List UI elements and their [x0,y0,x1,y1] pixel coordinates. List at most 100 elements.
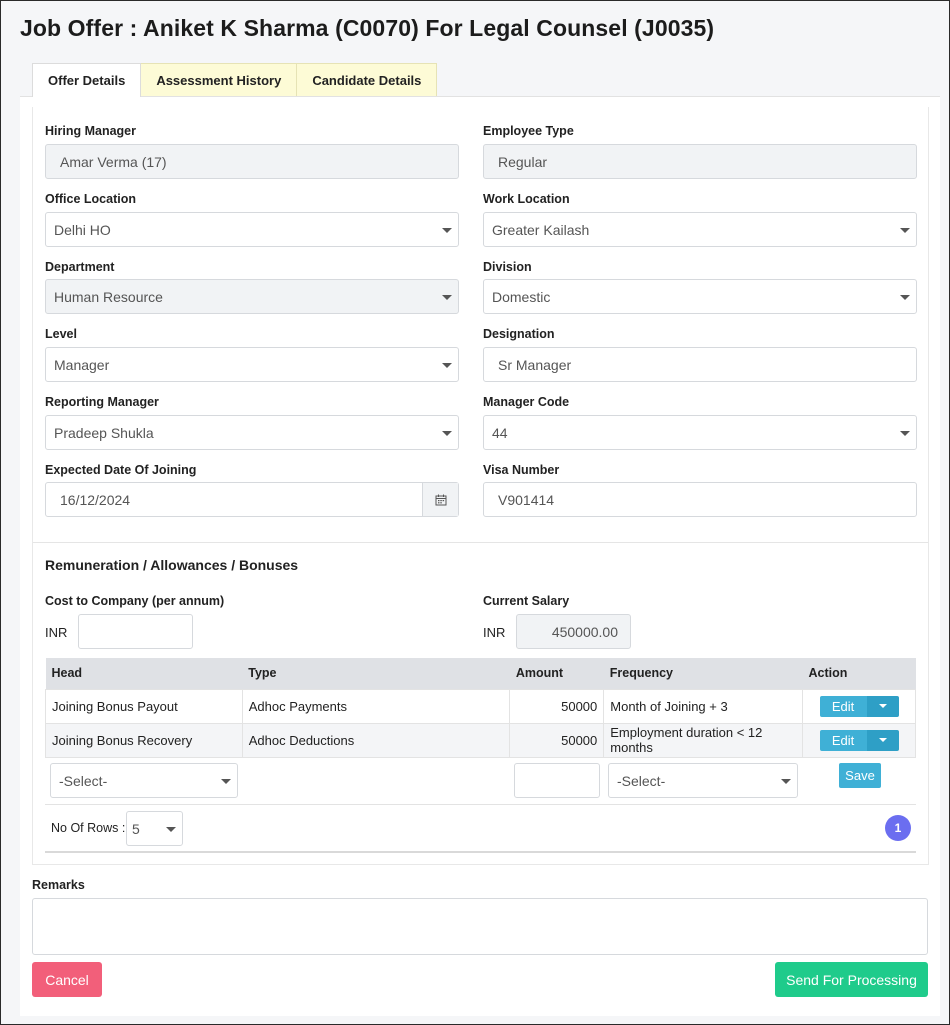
edit-dropdown-toggle[interactable] [866,729,899,751]
visa-number-field[interactable]: V901414 [483,482,917,517]
current-salary-label: Current Salary [483,594,570,608]
department-select[interactable]: Human Resource [45,279,459,314]
work-location-label: Work Location [483,192,570,206]
table-row: Joining Bonus Payout Adhoc Payments 5000… [45,688,916,724]
column-header-frequency: Frequency [603,658,803,689]
new-frequency-select[interactable]: -Select- [608,763,798,798]
level-select[interactable]: Manager [45,347,459,382]
employee-type-label: Employee Type [483,124,574,138]
division-label: Division [483,260,532,274]
edit-split-button: Edit [819,729,899,751]
remarks-label: Remarks [32,878,85,892]
work-location-value: Greater Kailash [492,221,590,238]
tab-offer-details[interactable]: Offer Details [32,63,142,97]
hiring-manager-value: Amar Verma (17) [60,153,167,170]
chevron-down-icon [442,295,452,300]
manager-code-value: 44 [492,424,508,441]
current-salary-currency: INR [483,625,506,640]
joining-date-label: Expected Date Of Joining [45,463,197,477]
reporting-manager-select[interactable]: Pradeep Shukla [45,415,459,450]
edit-button[interactable]: Edit [819,695,867,717]
chevron-down-icon [221,779,231,784]
page-title: Job Offer : Aniket K Sharma (C0070) For … [20,15,715,41]
table-header-row: Head Type Amount Frequency Action [45,658,916,689]
new-head-select[interactable]: -Select- [50,763,238,798]
chevron-down-icon [781,779,791,784]
cell-action: Edit [802,722,916,758]
cell-amount: 50000 [509,688,605,724]
ctc-currency: INR [45,625,68,640]
office-location-select[interactable]: Delhi HO [45,212,459,247]
employee-type-value: Regular [498,153,548,170]
rows-per-page-select[interactable]: 5 [126,811,183,846]
manager-code-select[interactable]: 44 [483,415,917,450]
cell-head: Joining Bonus Recovery [45,722,243,758]
remuneration-title: Remuneration / Allowances / Bonuses [45,557,299,573]
cell-action: Edit [802,688,916,724]
caret-down-icon [878,738,887,742]
cancel-button[interactable]: Cancel [32,962,102,997]
chevron-down-icon [442,228,452,233]
tab-assessment-history[interactable]: Assessment History [141,63,298,97]
cell-frequency: Employment duration < 12 months [603,722,804,758]
offer-details-section: Hiring Manager Amar Verma (17) Employee … [32,107,929,865]
chevron-down-icon [900,228,910,233]
ctc-input[interactable] [78,614,193,649]
work-location-select[interactable]: Greater Kailash [483,212,917,247]
offer-details-panel: Hiring Manager Amar Verma (17) Employee … [20,96,940,1016]
level-value: Manager [54,356,110,373]
current-salary-field: 450000.00 [516,614,631,649]
column-header-action: Action [802,658,916,689]
visa-number-value: V901414 [498,491,555,508]
visa-number-label: Visa Number [483,463,560,477]
ctc-label: Cost to Company (per annum) [45,594,225,608]
cell-type: Adhoc Deductions [241,722,511,758]
table-row: Joining Bonus Recovery Adhoc Deductions … [45,722,916,758]
hiring-manager-field: Amar Verma (17) [45,144,459,179]
chevron-down-icon [166,827,176,832]
cell-amount: 50000 [509,722,605,758]
app-window: Job Offer : Aniket K Sharma (C0070) For … [0,0,950,1025]
reporting-manager-label: Reporting Manager [45,395,159,409]
joining-date-value: 16/12/2024 [60,491,131,508]
new-amount-input[interactable] [514,763,600,798]
tab-candidate-details[interactable]: Candidate Details [297,63,438,97]
column-header-amount: Amount [509,658,604,689]
designation-value: Sr Manager [498,356,572,373]
caret-down-icon [878,704,887,708]
level-label: Level [45,327,77,341]
pagination-page-1[interactable]: 1 [885,815,911,841]
cell-type: Adhoc Payments [241,688,511,724]
designation-label: Designation [483,327,555,341]
division-value: Domestic [492,288,551,305]
designation-field[interactable]: Sr Manager [483,347,917,382]
department-label: Department [45,260,115,274]
chevron-down-icon [442,363,452,368]
edit-button[interactable]: Edit [819,729,867,751]
cell-head: Joining Bonus Payout [45,688,243,724]
send-for-processing-button[interactable]: Send For Processing [775,962,928,997]
joining-date-field[interactable]: 16/12/2024 [45,482,459,517]
manager-code-label: Manager Code [483,395,570,409]
office-location-value: Delhi HO [54,221,111,238]
calendar-icon[interactable] [422,483,458,516]
hiring-manager-label: Hiring Manager [45,124,136,138]
edit-dropdown-toggle[interactable] [866,695,899,717]
column-header-head: Head [45,658,243,689]
edit-split-button: Edit [819,695,899,717]
chevron-down-icon [900,295,910,300]
rows-per-page-value: 5 [132,820,140,837]
save-button[interactable]: Save [839,763,881,788]
table-footer: No Of Rows : 5 1 [45,804,916,853]
cell-frequency: Month of Joining + 3 [603,688,804,724]
employee-type-field: Regular [483,144,917,179]
current-salary-value: 450000.00 [551,623,618,640]
column-header-type: Type [242,658,510,689]
division-select[interactable]: Domestic [483,279,917,314]
remuneration-table: Head Type Amount Frequency Action Joinin… [45,658,916,758]
tab-bar: Offer Details Assessment History Candida… [32,63,438,97]
new-head-placeholder: -Select- [59,772,108,789]
new-frequency-placeholder: -Select- [617,772,666,789]
remarks-textarea[interactable] [32,898,928,955]
department-value: Human Resource [54,288,163,305]
